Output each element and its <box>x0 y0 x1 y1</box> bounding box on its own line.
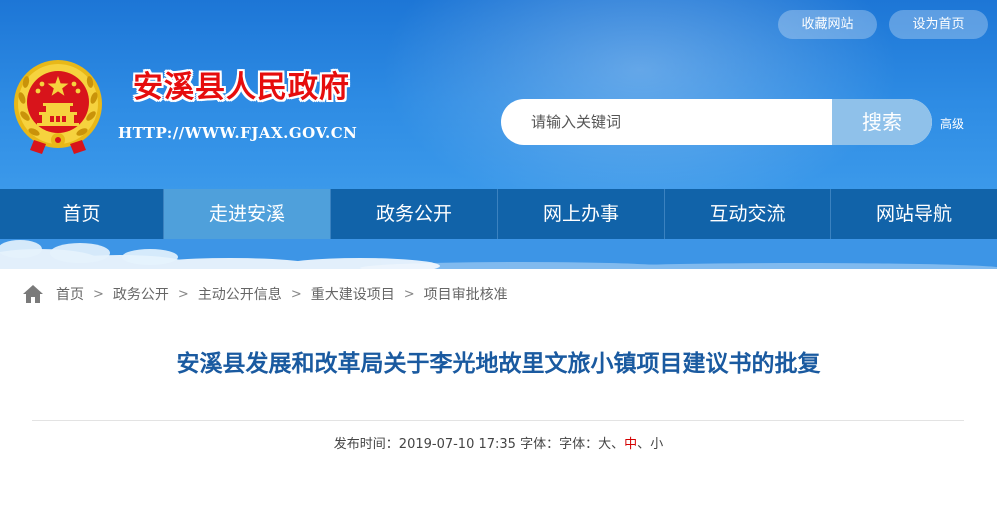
site-header: 收藏网站 设为首页 安溪县人民政府 HTTP://WWW.FJAX.GOV.CN… <box>0 0 997 189</box>
breadcrumb-project-approval[interactable]: 项目审批核准 <box>424 284 508 304</box>
nav-item-home[interactable]: 首页 <box>0 189 164 239</box>
title-divider <box>32 420 964 421</box>
breadcrumb-separator: > <box>290 286 302 302</box>
publish-label: 发布时间： <box>333 437 399 452</box>
breadcrumb-separator: > <box>177 286 189 302</box>
nav-item-interaction[interactable]: 互动交流 <box>665 189 831 239</box>
breadcrumb-home[interactable]: 首页 <box>56 284 84 304</box>
site-url: HTTP://WWW.FJAX.GOV.CN <box>118 124 358 142</box>
font-size-large[interactable]: 大 <box>598 437 611 452</box>
nav-item-online-services[interactable]: 网上办事 <box>498 189 665 239</box>
breadcrumb-public-info[interactable]: 主动公开信息 <box>198 284 282 304</box>
cloud-banner <box>0 239 997 269</box>
breadcrumb-separator: > <box>403 286 415 302</box>
breadcrumb-separator: > <box>93 286 104 302</box>
home-icon[interactable] <box>22 284 44 304</box>
font-label-2: 字体： <box>559 437 599 452</box>
font-size-separator: 、 <box>611 437 625 452</box>
search-input[interactable] <box>501 99 832 145</box>
breadcrumb: 首页 > 政务公开 > 主动公开信息 > 重大建设项目 > 项目审批核准 <box>22 283 508 305</box>
set-homepage-button[interactable]: 设为首页 <box>889 10 988 39</box>
nav-item-government-affairs[interactable]: 政务公开 <box>331 189 498 239</box>
main-nav: 首页 走进安溪 政务公开 网上办事 互动交流 网站导航 <box>0 189 997 239</box>
font-size-separator: 、 <box>637 437 651 452</box>
national-emblem-icon <box>14 60 102 154</box>
search-button[interactable]: 搜索 <box>832 99 932 145</box>
article-meta: 发布时间：2019-07-10 17:35 字体：字体：大、中、小 <box>0 433 997 452</box>
font-size-small[interactable]: 小 <box>650 437 663 452</box>
bookmark-site-button[interactable]: 收藏网站 <box>778 10 877 39</box>
nav-item-site-map[interactable]: 网站导航 <box>831 189 997 239</box>
publish-time: 2019-07-10 17:35 <box>398 437 516 452</box>
site-name[interactable]: 安溪县人民政府 <box>133 62 350 106</box>
nav-item-about-anxi[interactable]: 走进安溪 <box>164 189 331 239</box>
search-box: 搜索 <box>501 99 932 145</box>
font-size-medium[interactable]: 中 <box>624 437 637 452</box>
article-title: 安溪县发展和改革局关于李光地故里文旅小镇项目建议书的批复 <box>176 351 821 377</box>
advanced-search-link[interactable]: 高级 <box>940 115 964 132</box>
font-label-1: 字体： <box>520 437 560 452</box>
breadcrumb-government-affairs[interactable]: 政务公开 <box>113 284 169 304</box>
breadcrumb-major-projects[interactable]: 重大建设项目 <box>311 284 395 304</box>
